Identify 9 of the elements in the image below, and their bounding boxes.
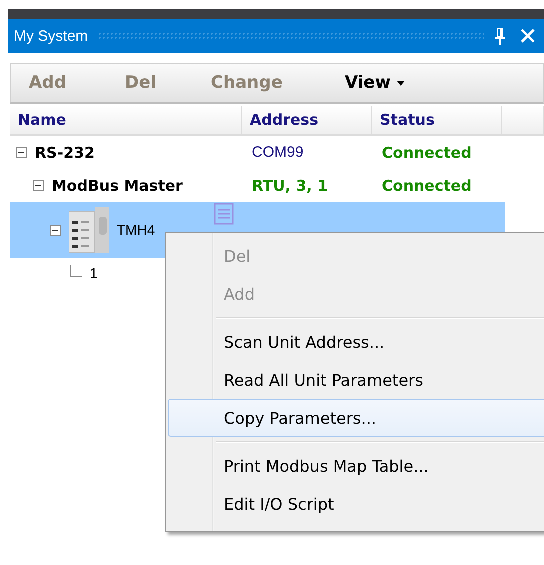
tree-item-label: ModBus Master <box>52 176 183 194</box>
panel-title: My System <box>14 28 88 44</box>
tree-item-label: 1 <box>90 265 98 281</box>
tree-item-label: TMH4 <box>117 222 156 238</box>
address-cell-text: COM99 <box>251 144 305 161</box>
status-cell-text: Connected <box>381 144 473 162</box>
address-cell-text: RTU, 3, 1 <box>251 176 330 194</box>
status-cell-text: Connected <box>381 176 473 194</box>
tree-item-label: RS-232 <box>35 144 95 162</box>
